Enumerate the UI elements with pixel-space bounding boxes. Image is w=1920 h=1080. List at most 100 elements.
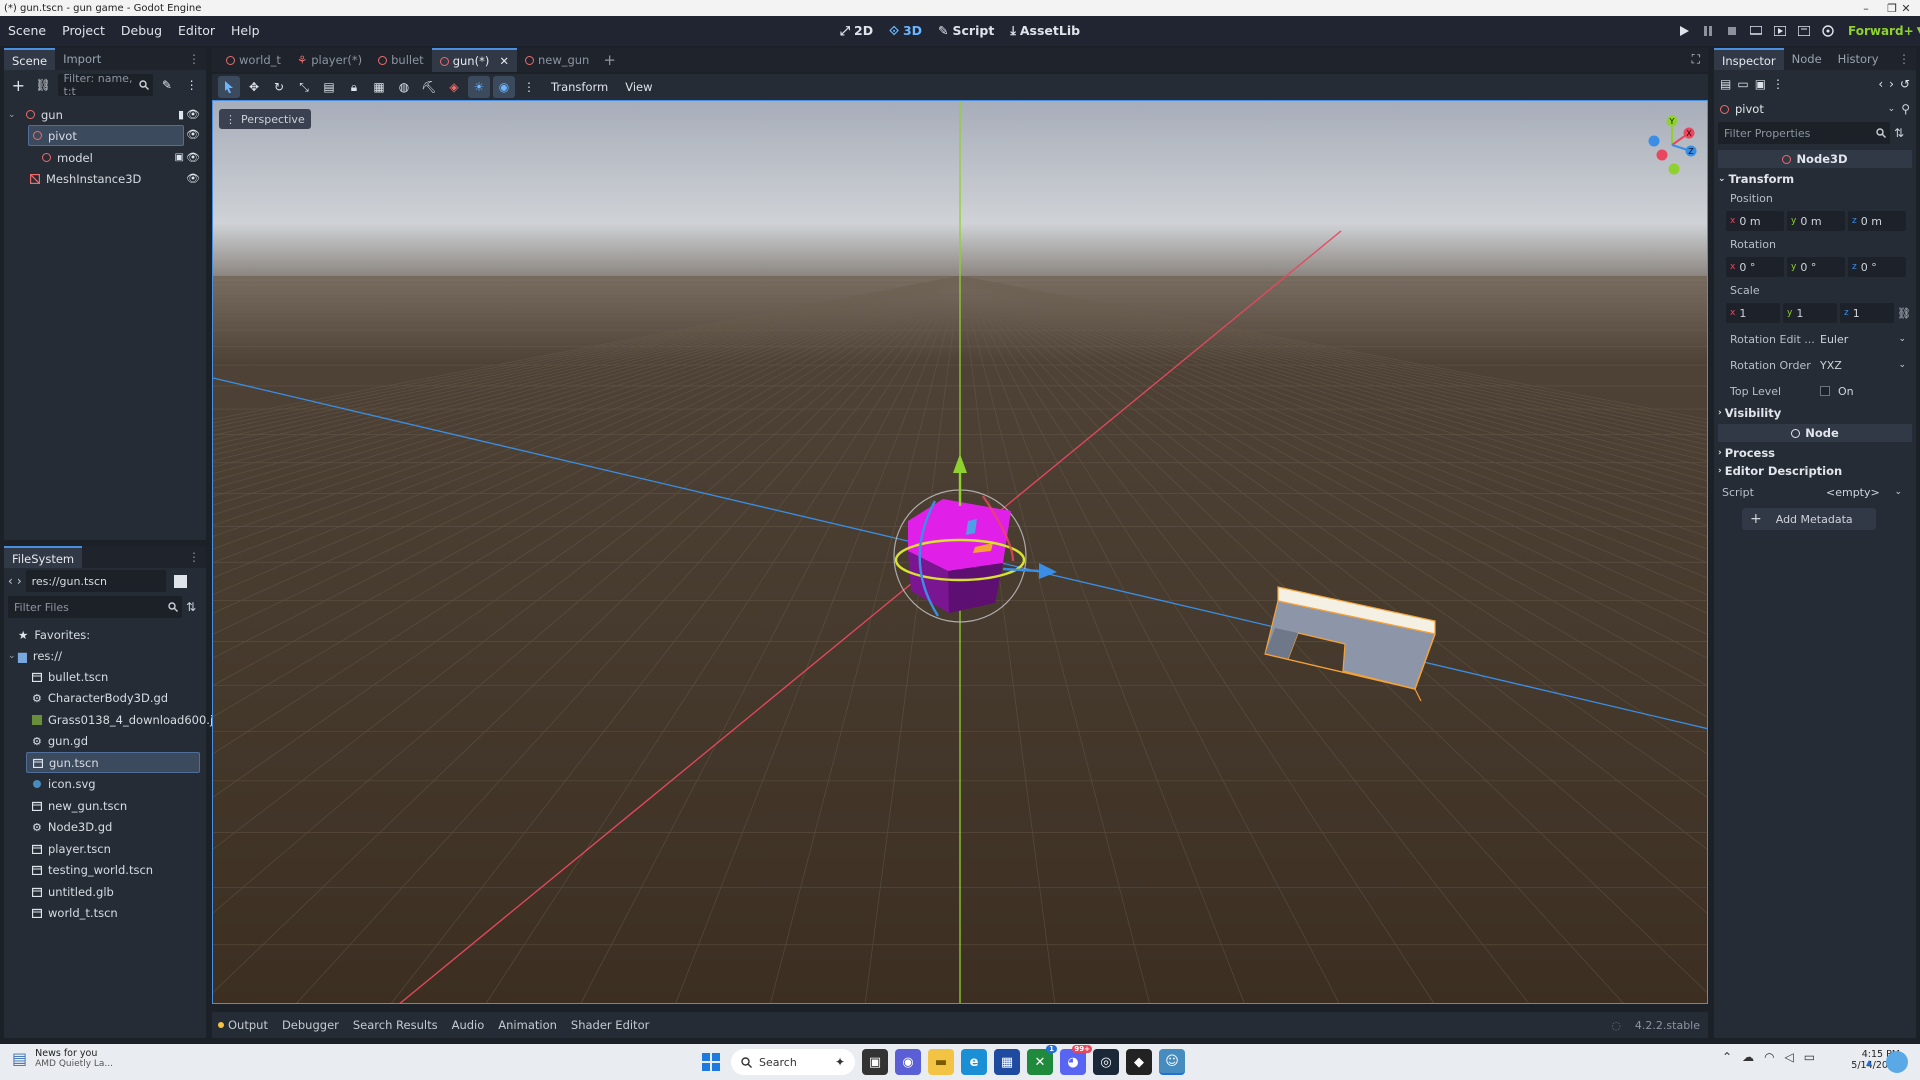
scene-tab[interactable]: bullet: [370, 48, 432, 72]
copilot-icon[interactable]: [1886, 1051, 1908, 1073]
tab-scene[interactable]: Scene: [4, 48, 56, 70]
file-item[interactable]: world_t.tscn: [4, 903, 206, 924]
rotate-mode-icon[interactable]: ↻: [268, 76, 290, 98]
dock-menu-icon[interactable]: ⋮: [1898, 52, 1910, 66]
teams-icon[interactable]: ◉: [895, 1049, 921, 1075]
new-resource-icon[interactable]: ▤: [1720, 77, 1731, 91]
camera-preview-icon[interactable]: ◈: [443, 76, 465, 98]
collapse-icon[interactable]: ⌄: [8, 110, 20, 120]
section-editor-description[interactable]: › Editor Description: [1714, 462, 1916, 480]
scale-y-input[interactable]: y1: [1783, 303, 1837, 323]
lock-icon[interactable]: 🔒︎: [343, 76, 365, 98]
script-icon[interactable]: ▮: [178, 108, 184, 121]
file-item[interactable]: testing_world.tscn: [4, 860, 206, 881]
edge-icon[interactable]: e: [961, 1049, 987, 1075]
add-node-icon[interactable]: +: [8, 74, 29, 96]
renderer-select[interactable]: Forward+: [1848, 24, 1914, 38]
instance-icon[interactable]: ▣: [175, 152, 184, 163]
add-metadata-button[interactable]: + Add Metadata: [1742, 508, 1876, 530]
path-input[interactable]: res://gun.tscn: [25, 570, 166, 592]
file-item[interactable]: ⚙ Node3D.gd: [4, 817, 206, 838]
dock-menu-icon[interactable]: ⋮: [188, 52, 200, 66]
back-icon[interactable]: ‹: [8, 574, 13, 588]
add-scene-tab-icon[interactable]: +: [603, 51, 616, 69]
visibility-eye-icon[interactable]: 👁: [186, 172, 200, 185]
snap-icon[interactable]: ⛏: [418, 76, 440, 98]
tree-node-meshinstance3d[interactable]: MeshInstance3D 👁: [4, 168, 206, 189]
stop-icon[interactable]: [1720, 16, 1744, 46]
3d-viewport[interactable]: Y X Z ⋮ Perspective: [212, 100, 1708, 1004]
select-mode-icon[interactable]: [218, 76, 240, 98]
workspace-3d-button[interactable]: ⟐ 3D: [881, 16, 930, 46]
movie-maker-icon[interactable]: [1816, 16, 1840, 46]
tab-search-results[interactable]: Search Results: [353, 1018, 438, 1032]
sort-icon[interactable]: ⇅: [1894, 126, 1904, 140]
visibility-eye-icon[interactable]: 👁: [186, 128, 200, 141]
tab-history[interactable]: History: [1830, 48, 1887, 70]
environment-preview-icon[interactable]: ◉: [493, 76, 515, 98]
dock-menu-icon[interactable]: ⋮: [188, 550, 200, 564]
menu-editor[interactable]: Editor: [170, 16, 223, 46]
position-z-input[interactable]: z0 m: [1848, 211, 1906, 231]
sun-preview-icon[interactable]: ☀: [468, 76, 490, 98]
tab-audio[interactable]: Audio: [452, 1018, 485, 1032]
close-button[interactable]: ✕: [1892, 0, 1920, 16]
file-item[interactable]: player.tscn: [4, 838, 206, 859]
news-widget[interactable]: ▤ News for you AMD Quietly La...: [12, 1048, 113, 1069]
scene-tab[interactable]: ⚘ player(*): [289, 48, 370, 72]
workspace-2d-button[interactable]: ⤢ 2D: [832, 16, 881, 46]
file-item[interactable]: gun.tscn: [26, 752, 200, 773]
more-icon[interactable]: ⋮: [518, 76, 540, 98]
tree-node-gun[interactable]: ⌄ gun ▮ 👁: [4, 104, 206, 125]
tab-output[interactable]: Output: [228, 1018, 268, 1032]
distraction-free-icon[interactable]: ⛶: [1692, 52, 1700, 67]
scale-mode-icon[interactable]: ⤡: [293, 76, 315, 98]
more-icon[interactable]: ⋮: [181, 74, 202, 96]
rotation-order-select[interactable]: YXZ ⌄: [1820, 359, 1906, 372]
position-x-input[interactable]: x0 m: [1726, 211, 1784, 231]
close-tab-icon[interactable]: ✕: [499, 54, 509, 68]
object-history-icon[interactable]: ↺: [1900, 77, 1910, 91]
unity-icon[interactable]: ◆: [1126, 1049, 1152, 1075]
move-mode-icon[interactable]: ✥: [243, 76, 265, 98]
link-icon[interactable]: ⛓: [33, 74, 54, 96]
scene-filter-input[interactable]: Filter: name, t:t: [57, 72, 153, 98]
menu-debug[interactable]: Debug: [113, 16, 170, 46]
perspective-menu[interactable]: ⋮ Perspective: [219, 109, 311, 129]
minimize-button[interactable]: –: [1852, 0, 1880, 16]
section-visibility[interactable]: › Visibility: [1714, 404, 1916, 422]
file-item[interactable]: untitled.glb: [4, 881, 206, 902]
tab-filesystem[interactable]: FileSystem: [4, 546, 83, 568]
play-icon[interactable]: [1672, 16, 1696, 46]
rotation-x-input[interactable]: x0 °: [1726, 257, 1784, 277]
split-mode-icon[interactable]: [173, 574, 187, 588]
position-y-input[interactable]: y0 m: [1787, 211, 1845, 231]
top-level-checkbox[interactable]: [1820, 386, 1830, 396]
visibility-eye-icon[interactable]: 👁: [186, 151, 200, 164]
file-item[interactable]: Grass0138_4_download600.j...: [4, 709, 224, 730]
file-item[interactable]: bullet.tscn: [4, 666, 206, 687]
file-explorer-icon[interactable]: ▬: [928, 1049, 954, 1075]
workspace-script-button[interactable]: ✎ Script: [930, 16, 1002, 46]
file-item[interactable]: icon.svg: [4, 774, 206, 795]
volume-icon[interactable]: ◁: [1785, 1050, 1794, 1064]
forward-icon[interactable]: ›: [17, 574, 22, 588]
sort-icon[interactable]: ⇅: [186, 600, 196, 614]
scene-tab[interactable]: new_gun: [517, 48, 597, 72]
history-forward-icon[interactable]: ›: [1889, 77, 1894, 91]
windows-start-icon[interactable]: [698, 1049, 724, 1075]
workspace-assetlib-button[interactable]: ⤓ AssetLib: [1002, 16, 1088, 46]
view-menu[interactable]: View: [625, 80, 652, 94]
menu-project[interactable]: Project: [54, 16, 113, 46]
filter-properties-input[interactable]: Filter Properties: [1718, 122, 1890, 144]
tab-inspector[interactable]: Inspector: [1714, 48, 1784, 70]
tab-debugger[interactable]: Debugger: [282, 1018, 339, 1032]
script-attach-icon[interactable]: ✎: [157, 74, 178, 96]
favorites-row[interactable]: ★ Favorites:: [4, 624, 206, 645]
menu-help[interactable]: Help: [223, 16, 268, 46]
more-icon[interactable]: ⋮: [1772, 77, 1784, 91]
wifi-icon[interactable]: ◠: [1764, 1050, 1774, 1064]
res-root-row[interactable]: ⌄ ▆ res://: [4, 645, 206, 666]
tab-node[interactable]: Node: [1784, 48, 1830, 70]
battery-icon[interactable]: ▭: [1804, 1050, 1815, 1064]
